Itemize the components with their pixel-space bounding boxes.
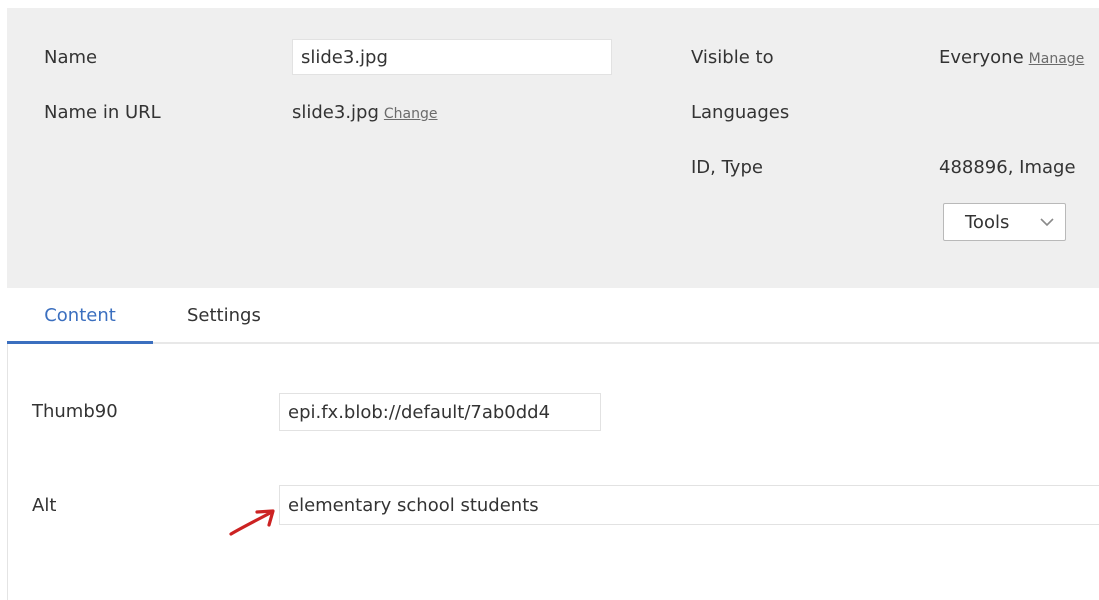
tools-label: Tools [965,211,1010,233]
alt-input[interactable] [279,485,1099,525]
name-in-url-label: Name in URL [44,102,161,123]
alt-label: Alt [32,495,57,516]
chevron-down-icon [1040,218,1054,227]
tab-settings[interactable]: Settings [187,288,261,342]
change-link[interactable]: Change [384,106,438,122]
name-in-url-value: slide3.jpg [292,102,379,123]
name-input[interactable] [292,39,612,75]
id-type-value: 488896, Image [939,157,1076,178]
name-label: Name [44,47,98,68]
tools-dropdown-button[interactable]: Tools [943,203,1066,241]
id-type-label: ID, Type [691,157,763,178]
thumb90-input[interactable] [279,393,601,431]
visible-to-value: Everyone [939,47,1024,68]
content-panel-border [7,344,8,600]
name-in-url-row: slide3.jpg Change [292,102,438,123]
tab-bar: Content Settings [7,288,1099,344]
languages-label: Languages [691,102,790,123]
visible-to-label: Visible to [691,47,774,68]
tab-content[interactable]: Content [7,288,153,344]
manage-link[interactable]: Manage [1029,51,1085,67]
thumb90-label: Thumb90 [32,401,118,422]
visible-to-row: Everyone Manage [939,47,1084,68]
red-arrow-icon [229,509,275,536]
